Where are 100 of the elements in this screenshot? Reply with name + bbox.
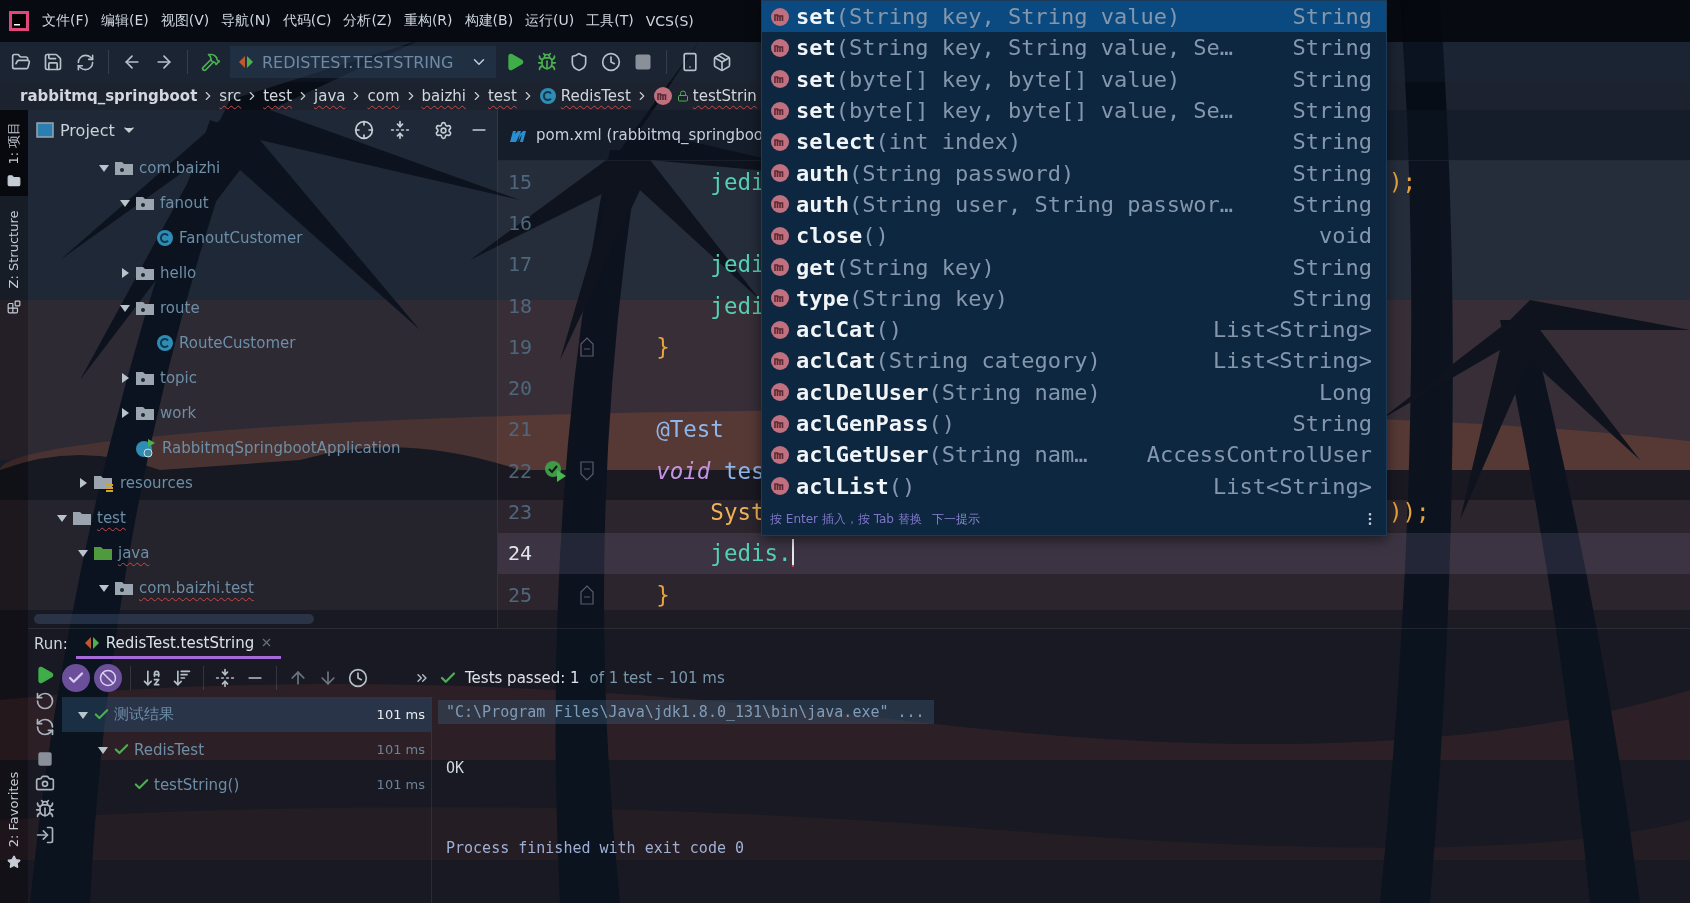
tool-window-tab[interactable]: 2: Favorites bbox=[0, 761, 28, 903]
test-result-row[interactable]: RedisTest 101 ms bbox=[62, 732, 431, 767]
completion-item[interactable]: get(String key) String bbox=[762, 251, 1386, 283]
tree-item-label[interactable]: java bbox=[118, 543, 150, 562]
breadcrumb-item[interactable]: java bbox=[314, 87, 346, 105]
menu-item[interactable]: 编辑(E) bbox=[95, 12, 155, 30]
breadcrumb-item[interactable]: rabbitmq_springboot bbox=[20, 87, 198, 105]
completion-item[interactable]: aclGetUser(String nam… AccessControlUser bbox=[762, 439, 1386, 471]
tree-item-label[interactable]: topic bbox=[160, 368, 197, 387]
breadcrumb-item[interactable]: testStrin bbox=[692, 87, 757, 105]
scrollbar[interactable] bbox=[34, 614, 314, 624]
tree-item-label[interactable]: com.baizhi.test bbox=[139, 578, 254, 597]
breadcrumb-item[interactable]: baizhi bbox=[421, 87, 466, 105]
tree-item-label[interactable]: route bbox=[160, 298, 200, 317]
tree-item-label[interactable]: resources bbox=[120, 473, 193, 492]
fold-marker-icon[interactable] bbox=[580, 584, 594, 605]
breadcrumb-item[interactable]: src bbox=[219, 87, 242, 105]
panel-title[interactable]: Project bbox=[60, 120, 115, 140]
collapsed-arrow-icon[interactable] bbox=[77, 476, 89, 489]
test-result-row[interactable]: testString() 101 ms bbox=[62, 767, 431, 802]
app-logo-icon bbox=[8, 10, 30, 32]
menu-item[interactable]: 代码(C) bbox=[276, 12, 338, 30]
method-icon bbox=[770, 476, 790, 497]
class-icon bbox=[156, 228, 174, 247]
method-icon bbox=[770, 100, 790, 121]
line-number: 15 bbox=[506, 169, 532, 194]
fold-marker-icon[interactable] bbox=[580, 460, 594, 481]
camera-icon[interactable] bbox=[35, 773, 55, 793]
completion-item[interactable]: set(String key, String value, Se… String bbox=[762, 32, 1386, 64]
tree-item-label[interactable]: fanout bbox=[160, 193, 209, 212]
code-text: Syst bbox=[709, 499, 765, 525]
tree-item-label[interactable]: work bbox=[160, 403, 197, 422]
run-test-icon[interactable] bbox=[544, 459, 568, 482]
menu-item[interactable]: VCS(S) bbox=[639, 13, 700, 29]
tree-item-label[interactable]: FanoutCustomer bbox=[179, 228, 303, 247]
tree-item-label[interactable]: test bbox=[97, 508, 126, 527]
breadcrumb-item[interactable]: test bbox=[487, 87, 517, 105]
collapsed-arrow-icon[interactable] bbox=[119, 266, 131, 279]
completion-item[interactable]: aclDelUser(String name) Long bbox=[762, 376, 1386, 408]
menu-item[interactable]: 文件(F) bbox=[36, 12, 95, 30]
test-result-row[interactable]: 测试结果 101 ms bbox=[62, 697, 431, 732]
locate-icon[interactable] bbox=[354, 120, 374, 140]
completion-item[interactable]: set(byte[] key, byte[] value) String bbox=[762, 63, 1386, 95]
menu-item[interactable]: 构建(B) bbox=[458, 12, 520, 30]
tree-item-label[interactable]: RouteCustomer bbox=[179, 333, 296, 352]
line-number: 18 bbox=[506, 293, 532, 318]
menu-item[interactable]: 导航(N) bbox=[215, 12, 277, 30]
tool-window-tab[interactable]: Z: Structure bbox=[0, 196, 28, 322]
menu-item[interactable]: 运行(U) bbox=[519, 12, 581, 30]
breadcrumb-item[interactable]: com bbox=[367, 87, 400, 105]
tree-item-label[interactable]: com.baizhi bbox=[139, 158, 221, 177]
completion-item[interactable]: auth(String password) String bbox=[762, 157, 1386, 189]
completion-item[interactable]: close() void bbox=[762, 220, 1386, 252]
collapsed-arrow-icon[interactable] bbox=[119, 371, 131, 384]
next-tip-link[interactable]: 下一提示 bbox=[931, 510, 980, 528]
collapsed-arrow-icon[interactable] bbox=[119, 406, 131, 419]
tool-window-tab[interactable]: 1: 项目 bbox=[0, 110, 28, 196]
completion-item[interactable]: auth(String user, String passwor… String bbox=[762, 188, 1386, 221]
code-text: } bbox=[655, 333, 670, 360]
code-text: } bbox=[655, 581, 670, 608]
method-icon bbox=[770, 257, 790, 277]
class-icon bbox=[538, 87, 557, 105]
completion-item[interactable]: aclCat(String category) List<String> bbox=[762, 345, 1386, 377]
menu-item[interactable]: 分析(Z) bbox=[337, 12, 398, 30]
bug-icon[interactable] bbox=[35, 799, 55, 819]
test-duration: 101 ms bbox=[376, 707, 425, 722]
fold-marker-icon[interactable] bbox=[580, 336, 594, 357]
menu-item[interactable]: 重构(R) bbox=[397, 12, 459, 30]
completion-item[interactable]: aclGenPass() String bbox=[762, 407, 1386, 440]
tree-item-label[interactable]: hello bbox=[160, 263, 197, 282]
menu-item[interactable]: 工具(T) bbox=[580, 12, 640, 30]
method-icon bbox=[652, 86, 673, 106]
stop-icon[interactable] bbox=[37, 751, 53, 767]
test-name: RedisTest bbox=[134, 740, 206, 759]
breadcrumb-item[interactable]: test bbox=[263, 87, 293, 105]
method-icon bbox=[770, 6, 790, 27]
completion-item[interactable]: set(byte[] key, byte[] value, Se… String bbox=[762, 94, 1386, 127]
completion-item[interactable]: set(String key, String value) String bbox=[762, 1, 1386, 33]
breadcrumb-item[interactable]: RedisTest bbox=[560, 87, 631, 105]
window-icon bbox=[36, 122, 54, 138]
rerun-icon[interactable] bbox=[35, 691, 55, 711]
completion-item[interactable]: select(int index) String bbox=[762, 126, 1386, 158]
collapse-all-icon[interactable] bbox=[390, 120, 410, 140]
junit-icon bbox=[83, 634, 100, 651]
test-duration: 101 ms bbox=[376, 777, 425, 792]
import-icon[interactable] bbox=[35, 825, 55, 845]
toggle-rerun-icon[interactable] bbox=[35, 717, 55, 737]
code-text: jedi bbox=[709, 251, 765, 278]
class-icon bbox=[156, 333, 174, 352]
run-icon[interactable] bbox=[35, 665, 55, 685]
completion-item[interactable]: type(String key) String bbox=[762, 282, 1386, 314]
run-tab[interactable]: RedisTest.testString bbox=[75, 629, 282, 659]
completion-item[interactable]: aclCat() List<String> bbox=[762, 313, 1386, 346]
method-icon bbox=[770, 319, 790, 340]
completion-item[interactable]: aclList() List<String> bbox=[762, 470, 1386, 502]
method-icon bbox=[770, 163, 790, 184]
settings-icon[interactable] bbox=[434, 120, 453, 140]
line-number: 19 bbox=[506, 334, 532, 359]
run-configuration-dropdown[interactable]: REDISTEST.TESTSTRING bbox=[230, 46, 496, 78]
menu-item[interactable]: 视图(V) bbox=[154, 12, 216, 30]
